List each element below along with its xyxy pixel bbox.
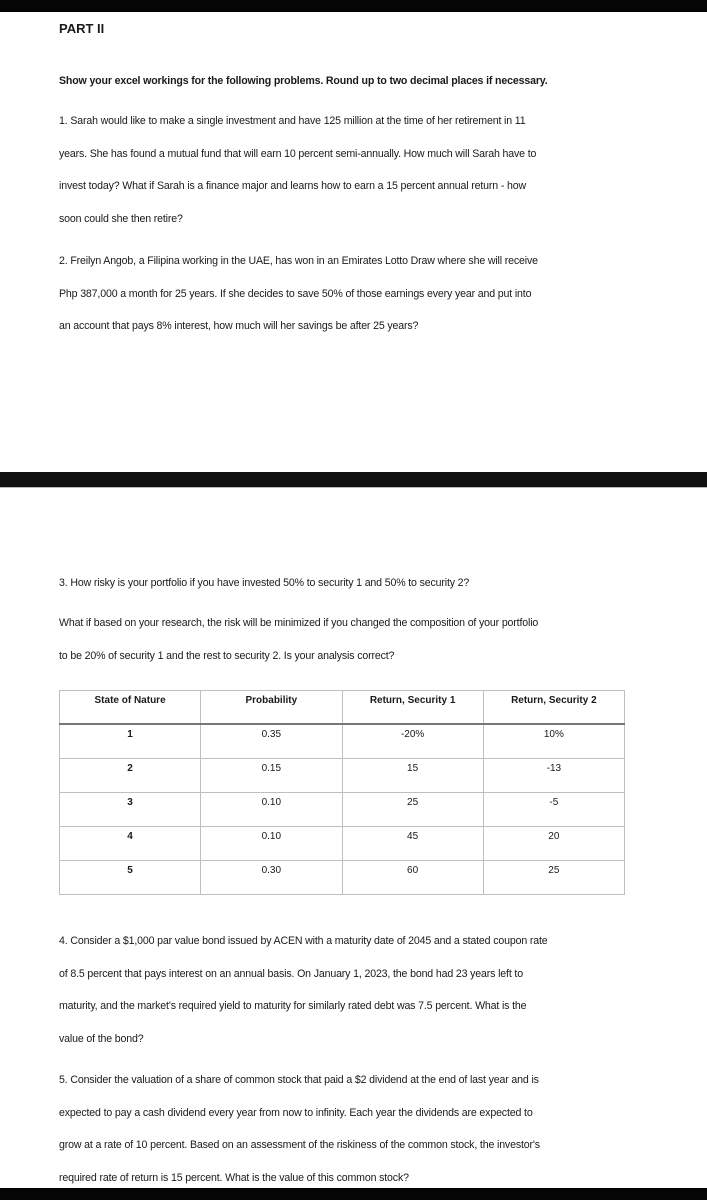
question-3: 3. How risky is your portfolio if you ha… (59, 567, 639, 672)
q5-line: 5. Consider the valuation of a share of … (59, 1074, 539, 1086)
header-return-2: Return, Security 2 (482, 690, 626, 725)
table-cell: 0.15 (200, 758, 343, 793)
q2-line: Php 387,000 a month for 25 years. If she… (59, 287, 532, 300)
question-5: 5. Consider the valuation of a share of … (59, 1064, 639, 1194)
table-cell: 45 (341, 826, 484, 861)
q1-line: invest today? What if Sarah is a finance… (59, 180, 526, 193)
question-2: 2. Freilyn Angob, a Filipina working in … (59, 245, 639, 343)
table-cell: 3 (58, 792, 202, 827)
header-return-1: Return, Security 1 (341, 690, 484, 725)
question-4: 4. Consider a $1,000 par value bond issu… (59, 925, 639, 1055)
table-cell: -5 (482, 792, 626, 827)
table-cell: 25 (482, 860, 626, 895)
header-probability: Probability (200, 690, 343, 725)
table-cell: 0.35 (200, 723, 343, 759)
header-state: State of Nature (58, 690, 202, 725)
table-cell: 25 (341, 792, 484, 827)
q1-line: 1. Sarah would like to make a single inv… (59, 115, 526, 127)
q1-line: years. She has found a mutual fund that … (59, 147, 537, 160)
table-cell: -13 (482, 758, 626, 793)
instructions-text: Show your excel workings for the followi… (59, 75, 548, 87)
returns-table: State of Nature Probability Return, Secu… (58, 690, 626, 895)
q4-line: value of the bond? (59, 1032, 144, 1045)
table-cell: 0.30 (200, 860, 343, 895)
table-cell: 0.10 (200, 826, 343, 861)
bottom-bar (0, 1188, 707, 1200)
q3-line: What if based on your research, the risk… (59, 617, 539, 629)
table-cell: 15 (341, 758, 484, 793)
q4-line: maturity, and the market's required yiel… (59, 1000, 527, 1013)
table-cell: 20 (482, 826, 626, 861)
table-row: 5 0.30 60 25 (58, 860, 626, 895)
page-divider (0, 472, 707, 488)
table-row: 1 0.35 -20% 10% (58, 723, 626, 759)
q4-line: of 8.5 percent that pays interest on an … (59, 967, 523, 980)
q1-line: soon could she then retire? (59, 212, 183, 225)
q4-line: 4. Consider a $1,000 par value bond issu… (59, 935, 548, 947)
page-title: PART II (59, 21, 105, 36)
q2-line: an account that pays 8% interest, how mu… (59, 320, 419, 333)
table-cell: 2 (58, 758, 202, 793)
table-row: 2 0.15 15 -13 (58, 758, 626, 793)
table-cell: 0.10 (200, 792, 343, 827)
instructions: Show your excel workings for the followi… (59, 65, 639, 98)
top-bar (0, 0, 707, 12)
q2-line: 2. Freilyn Angob, a Filipina working in … (59, 255, 538, 267)
table-cell: 60 (341, 860, 484, 895)
q3-line: 3. How risky is your portfolio if you ha… (59, 577, 470, 589)
table-cell: 1 (58, 723, 202, 759)
table-cell: 4 (58, 826, 202, 861)
table-row: 4 0.10 45 20 (58, 826, 626, 861)
question-1: 1. Sarah would like to make a single inv… (59, 105, 639, 235)
table-header-row: State of Nature Probability Return, Secu… (58, 690, 626, 725)
table-cell: 10% (482, 723, 626, 759)
table-row: 3 0.10 25 -5 (58, 792, 626, 827)
q5-line: grow at a rate of 10 percent. Based on a… (59, 1139, 540, 1152)
q3-line: to be 20% of security 1 and the rest to … (59, 649, 395, 662)
table-cell: -20% (341, 723, 484, 759)
q5-line: expected to pay a cash dividend every ye… (59, 1106, 533, 1119)
table-cell: 5 (58, 860, 202, 895)
